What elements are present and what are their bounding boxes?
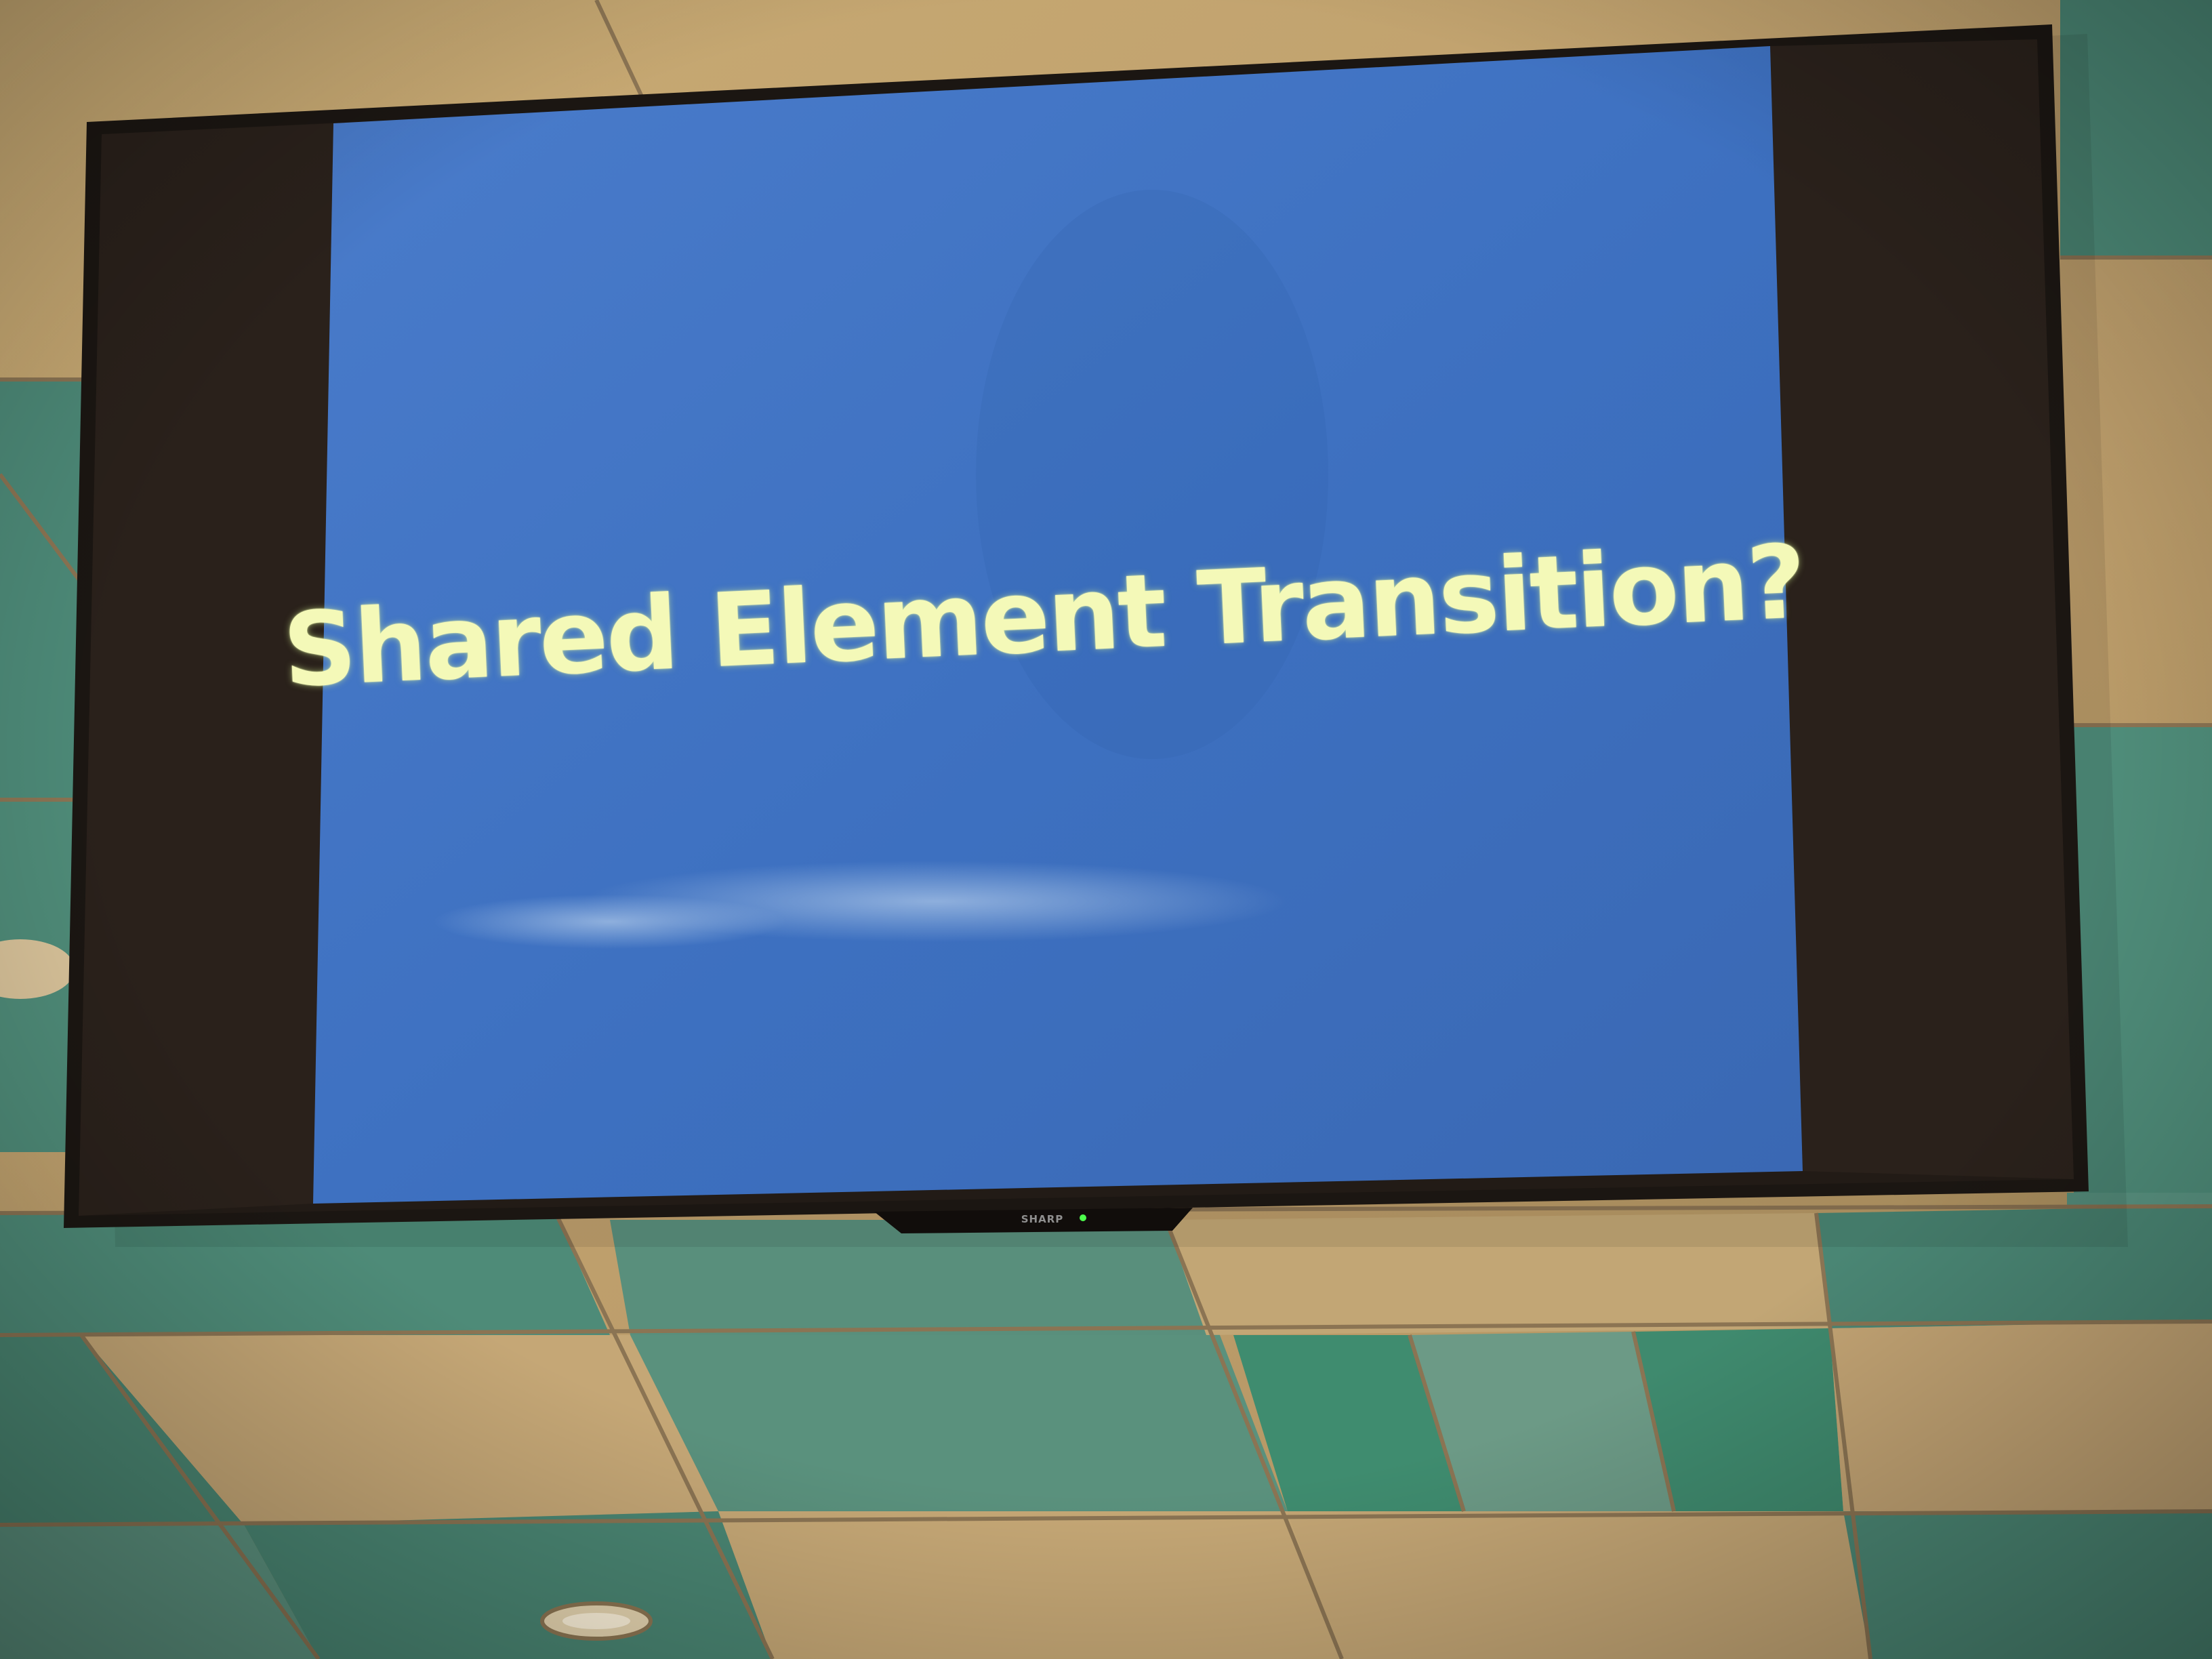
- tv-brand-label: SHARP: [1021, 1213, 1064, 1225]
- ceiling-scene: [0, 0, 2212, 1659]
- photo-vignette: [0, 0, 2212, 1659]
